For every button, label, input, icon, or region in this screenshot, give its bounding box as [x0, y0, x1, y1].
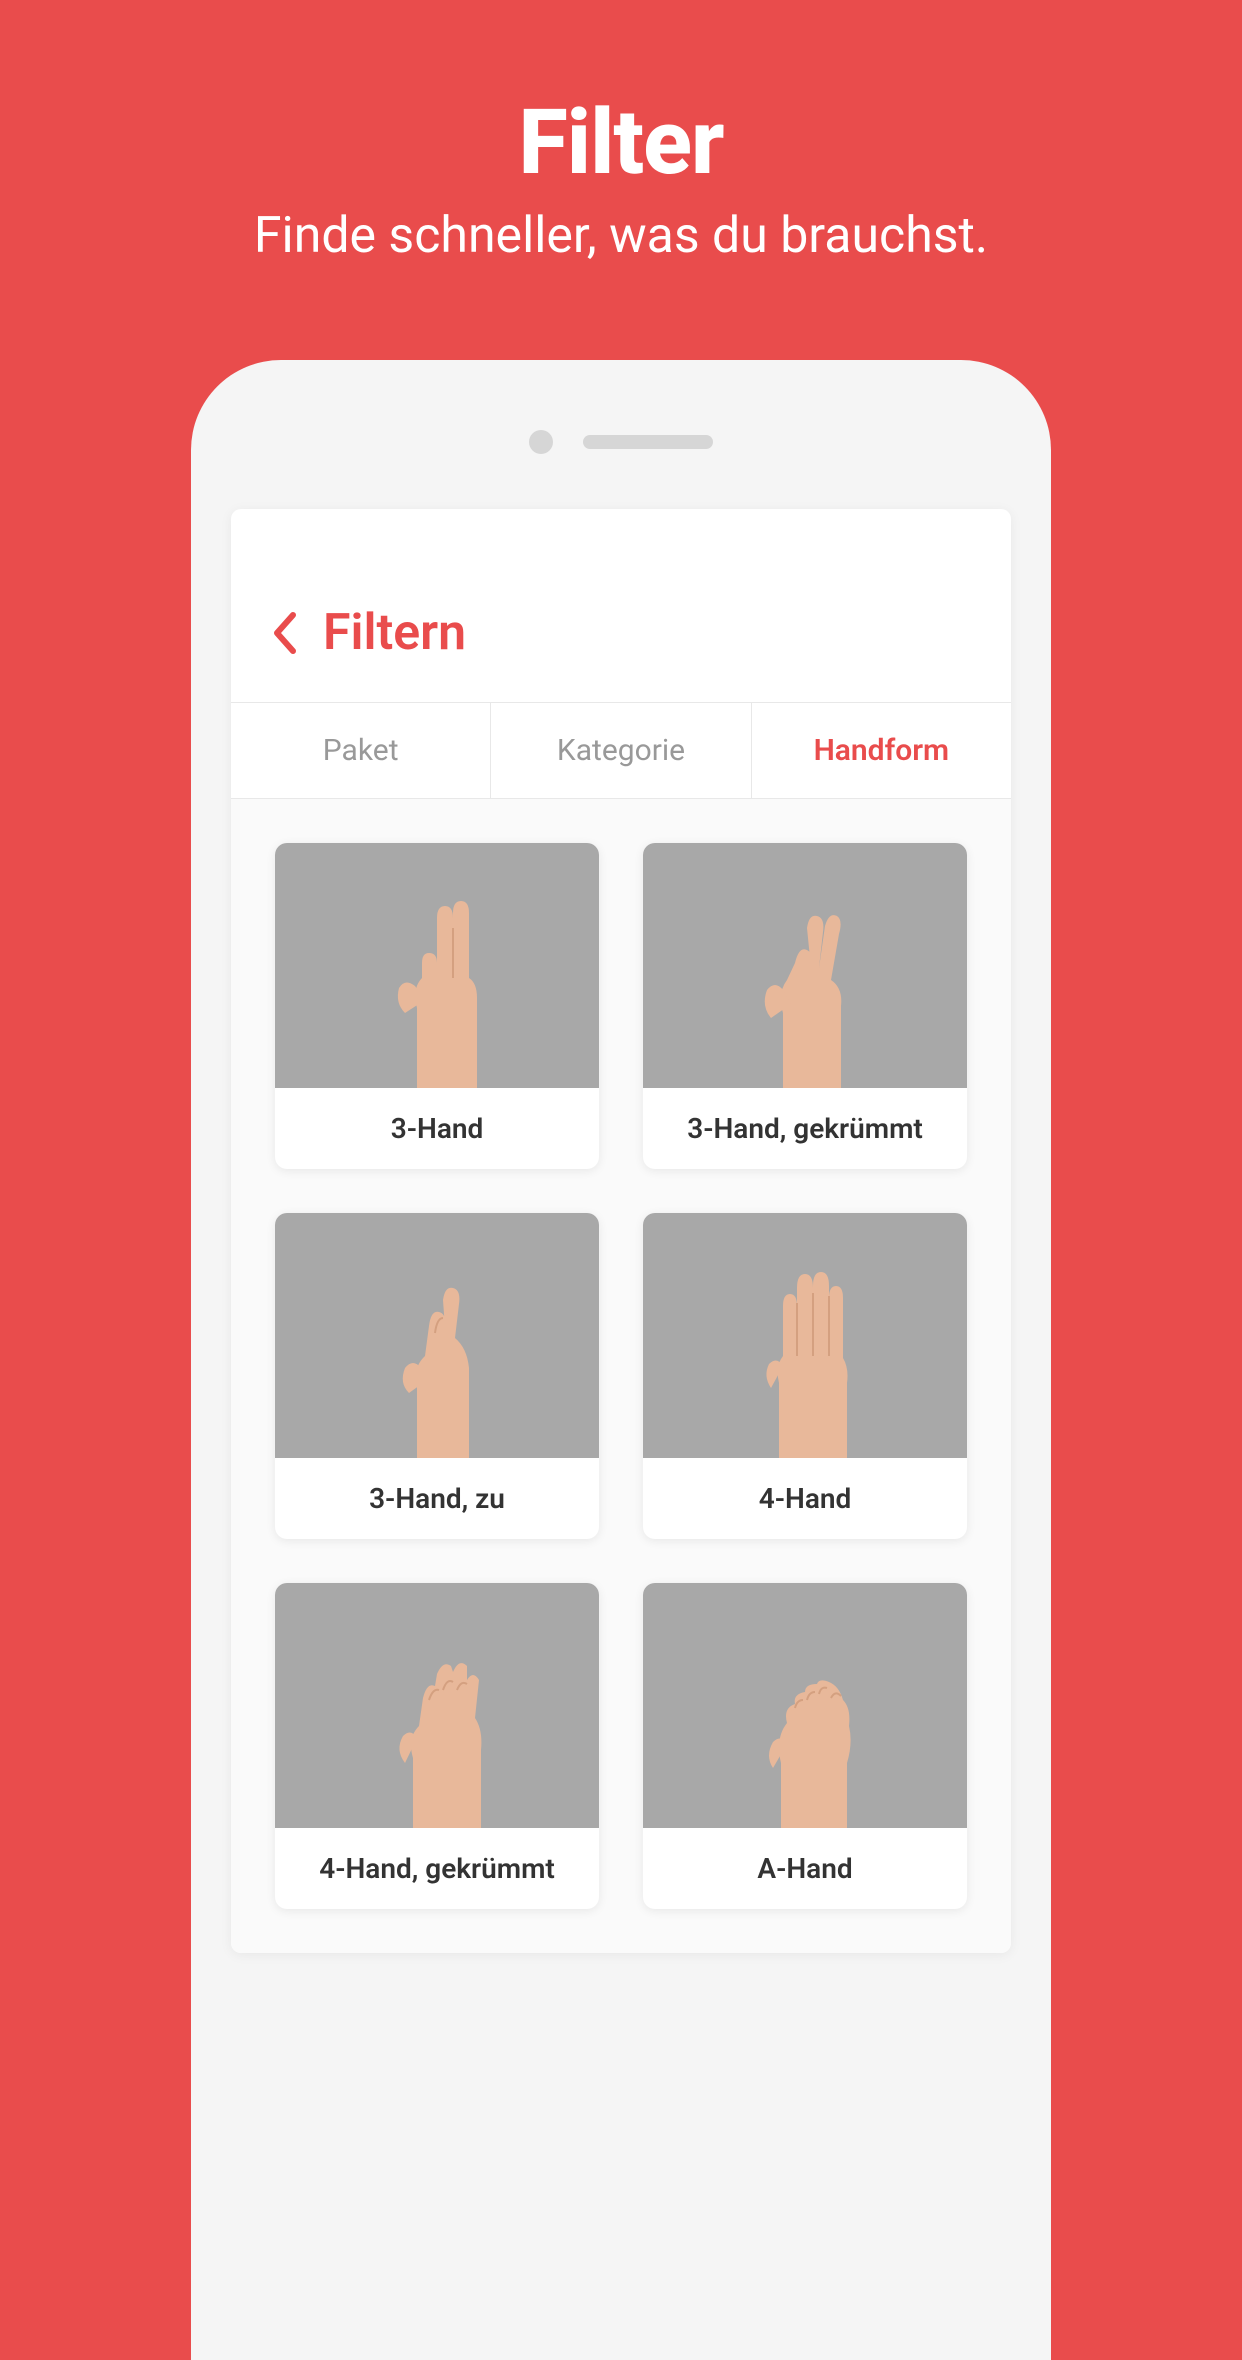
card-label: A-Hand [643, 1828, 967, 1909]
nav-title: Filtern [323, 604, 466, 662]
card-label: 3-Hand, zu [275, 1458, 599, 1539]
tab-kategorie[interactable]: Kategorie [491, 703, 751, 798]
phone-frame: Filtern Paket Kategorie Handform [191, 360, 1051, 2360]
card-3-hand[interactable]: 3-Hand [275, 843, 599, 1169]
tab-handform[interactable]: Handform [752, 703, 1011, 798]
card-label: 3-Hand, gekrümmt [643, 1088, 967, 1169]
back-icon[interactable] [271, 611, 299, 655]
card-4-hand[interactable]: 4-Hand [643, 1213, 967, 1539]
card-label: 4-Hand [643, 1458, 967, 1539]
promo-title: Filter [0, 90, 1242, 195]
hand-image [643, 843, 967, 1088]
tab-paket[interactable]: Paket [231, 703, 491, 798]
promo-header: Filter Finde schneller, was du brauchst. [0, 0, 1242, 265]
card-a-hand[interactable]: A-Hand [643, 1583, 967, 1909]
card-4-hand-gekruemmt[interactable]: 4-Hand, gekrümmt [275, 1583, 599, 1909]
tab-label: Paket [323, 733, 399, 768]
hand-image [643, 1213, 967, 1458]
app-screen: Filtern Paket Kategorie Handform [231, 509, 1011, 1953]
filter-tabs: Paket Kategorie Handform [231, 702, 1011, 799]
hand-image [275, 1213, 599, 1458]
card-label: 4-Hand, gekrümmt [275, 1828, 599, 1909]
hand-image [275, 1583, 599, 1828]
card-label: 3-Hand [275, 1088, 599, 1169]
card-3-hand-zu[interactable]: 3-Hand, zu [275, 1213, 599, 1539]
tab-label: Kategorie [557, 733, 685, 768]
hand-image [643, 1583, 967, 1828]
hand-image [275, 843, 599, 1088]
phone-notch [231, 430, 1011, 454]
tab-label: Handform [814, 733, 950, 768]
phone-camera [529, 430, 553, 454]
nav-header: Filtern [231, 509, 1011, 702]
phone-speaker [583, 435, 713, 449]
handform-grid: 3-Hand 3-Hand, gekrümmt [231, 799, 1011, 1953]
card-3-hand-gekruemmt[interactable]: 3-Hand, gekrümmt [643, 843, 967, 1169]
promo-subtitle: Finde schneller, was du brauchst. [0, 207, 1242, 265]
